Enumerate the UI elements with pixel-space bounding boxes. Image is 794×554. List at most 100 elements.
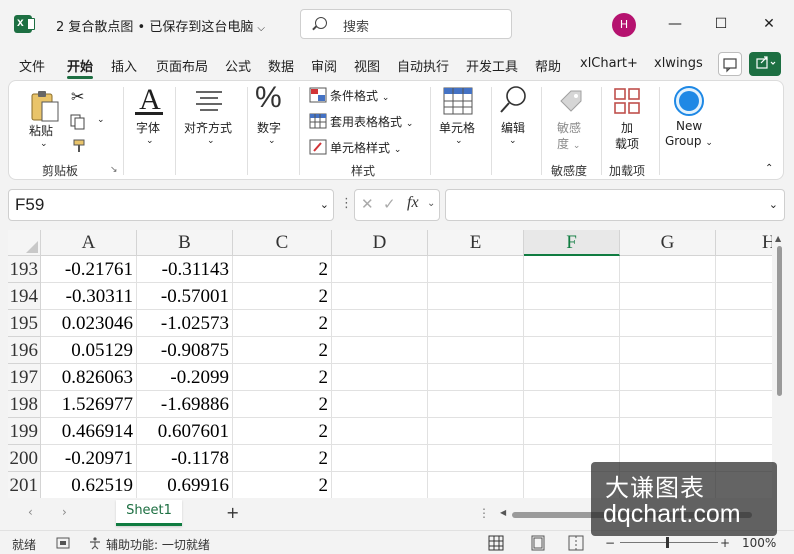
- format-as-table-button[interactable]: 套用表格格式 ⌄: [330, 113, 413, 130]
- tab-review[interactable]: 审阅: [311, 56, 337, 75]
- name-box[interactable]: F59 ⌄: [8, 189, 334, 221]
- cell-b[interactable]: 0.607601: [137, 418, 233, 445]
- cell-d[interactable]: [332, 337, 428, 364]
- page-layout-view-icon[interactable]: [530, 535, 546, 551]
- page-break-view-icon[interactable]: [568, 535, 584, 551]
- column-header-f[interactable]: F: [524, 230, 620, 256]
- cell-h[interactable]: [716, 256, 772, 283]
- cell-h[interactable]: [716, 283, 772, 310]
- copy-icon[interactable]: [69, 113, 87, 131]
- cell-c[interactable]: 2: [233, 418, 332, 445]
- vertical-scroll-thumb[interactable]: [777, 246, 782, 396]
- cell-c[interactable]: 2: [233, 310, 332, 337]
- alignment-dropdown-icon[interactable]: ⌄: [207, 136, 215, 146]
- tab-data[interactable]: 数据: [268, 56, 294, 75]
- enter-icon[interactable]: ✓: [383, 195, 396, 213]
- cell-b[interactable]: 0.69916: [137, 472, 233, 498]
- cell-f[interactable]: [524, 337, 620, 364]
- row-header[interactable]: 198: [8, 391, 41, 418]
- column-header-g[interactable]: G: [620, 230, 716, 256]
- cell-b[interactable]: -1.69886: [137, 391, 233, 418]
- more-options-icon[interactable]: ⋮: [340, 196, 353, 211]
- cell-c[interactable]: 2: [233, 391, 332, 418]
- column-header-c[interactable]: C: [233, 230, 332, 256]
- dialog-launcher-icon[interactable]: ↘: [110, 165, 118, 175]
- cell-d[interactable]: [332, 472, 428, 498]
- cell-b[interactable]: -0.2099: [137, 364, 233, 391]
- cell-f[interactable]: [524, 364, 620, 391]
- add-sheet-button[interactable]: +: [226, 503, 239, 522]
- comments-button[interactable]: [718, 52, 742, 76]
- sensitivity-button[interactable]: 敏感: [557, 119, 581, 136]
- prev-sheet-icon[interactable]: ‹: [28, 505, 33, 519]
- accessibility-status[interactable]: 辅助功能: 一切就绪: [106, 536, 210, 553]
- tab-page-layout[interactable]: 页面布局: [156, 56, 208, 75]
- cell-f[interactable]: [524, 283, 620, 310]
- row-header[interactable]: 201: [8, 472, 41, 498]
- row-header[interactable]: 194: [8, 283, 41, 310]
- tab-xlchart[interactable]: xlChart+: [580, 56, 638, 71]
- cell-c[interactable]: 2: [233, 472, 332, 498]
- cell-g[interactable]: [620, 364, 716, 391]
- cell-c[interactable]: 2: [233, 283, 332, 310]
- cell-e[interactable]: [428, 472, 524, 498]
- editing-dropdown-icon[interactable]: ⌄: [509, 136, 517, 146]
- scroll-up-icon[interactable]: ▲: [775, 234, 781, 243]
- cell-d[interactable]: [332, 283, 428, 310]
- cell-h[interactable]: [716, 364, 772, 391]
- cell-g[interactable]: [620, 418, 716, 445]
- tab-help[interactable]: 帮助: [535, 56, 561, 75]
- cells-button[interactable]: 单元格: [439, 119, 475, 136]
- expand-formula-icon[interactable]: ⌄: [769, 198, 778, 211]
- cell-g[interactable]: [620, 310, 716, 337]
- row-header[interactable]: 200: [8, 445, 41, 472]
- insert-function-button[interactable]: fx: [407, 194, 419, 212]
- cell-b[interactable]: -1.02573: [137, 310, 233, 337]
- cell-f[interactable]: [524, 256, 620, 283]
- editing-button[interactable]: 编辑: [501, 119, 525, 136]
- sheet-tab[interactable]: Sheet1: [116, 500, 182, 526]
- cell-a[interactable]: 0.62519: [41, 472, 137, 498]
- column-header-e[interactable]: E: [428, 230, 524, 256]
- cell-a[interactable]: 1.526977: [41, 391, 137, 418]
- cell-h[interactable]: [716, 391, 772, 418]
- tab-insert[interactable]: 插入: [111, 56, 137, 75]
- format-painter-icon[interactable]: [71, 137, 89, 155]
- column-header-h[interactable]: H: [716, 230, 772, 256]
- normal-view-icon[interactable]: [488, 535, 504, 551]
- cell-c[interactable]: 2: [233, 364, 332, 391]
- cell-b[interactable]: -0.90875: [137, 337, 233, 364]
- cell-e[interactable]: [428, 310, 524, 337]
- cut-icon[interactable]: ✂: [71, 87, 84, 106]
- tab-splitter-icon[interactable]: ⋮: [478, 506, 490, 520]
- close-button[interactable]: ✕: [757, 12, 781, 36]
- number-dropdown-icon[interactable]: ⌄: [268, 136, 276, 146]
- row-header[interactable]: 199: [8, 418, 41, 445]
- cell-a[interactable]: -0.30311: [41, 283, 137, 310]
- cell-g[interactable]: [620, 283, 716, 310]
- cell-a[interactable]: 0.05129: [41, 337, 137, 364]
- cells-dropdown-icon[interactable]: ⌄: [455, 136, 463, 146]
- tab-formulas[interactable]: 公式: [225, 56, 251, 75]
- cell-e[interactable]: [428, 256, 524, 283]
- maximize-button[interactable]: ☐: [709, 12, 733, 36]
- cell-f[interactable]: [524, 418, 620, 445]
- cell-g[interactable]: [620, 256, 716, 283]
- cell-g[interactable]: [620, 337, 716, 364]
- cell-d[interactable]: [332, 391, 428, 418]
- cell-mode-icon[interactable]: [56, 536, 70, 550]
- cancel-icon[interactable]: ✕: [361, 195, 374, 213]
- cell-a[interactable]: -0.20971: [41, 445, 137, 472]
- cell-a[interactable]: -0.21761: [41, 256, 137, 283]
- cell-b[interactable]: -0.1178: [137, 445, 233, 472]
- cell-c[interactable]: 2: [233, 445, 332, 472]
- cell-a[interactable]: 0.466914: [41, 418, 137, 445]
- cell-d[interactable]: [332, 310, 428, 337]
- tab-home[interactable]: 开始: [67, 56, 94, 79]
- zoom-out-button[interactable]: −: [605, 536, 615, 550]
- cell-d[interactable]: [332, 445, 428, 472]
- cell-h[interactable]: [716, 418, 772, 445]
- copy-dropdown-icon[interactable]: ⌄: [97, 115, 105, 125]
- cell-e[interactable]: [428, 364, 524, 391]
- formula-input[interactable]: ⌄: [445, 189, 785, 221]
